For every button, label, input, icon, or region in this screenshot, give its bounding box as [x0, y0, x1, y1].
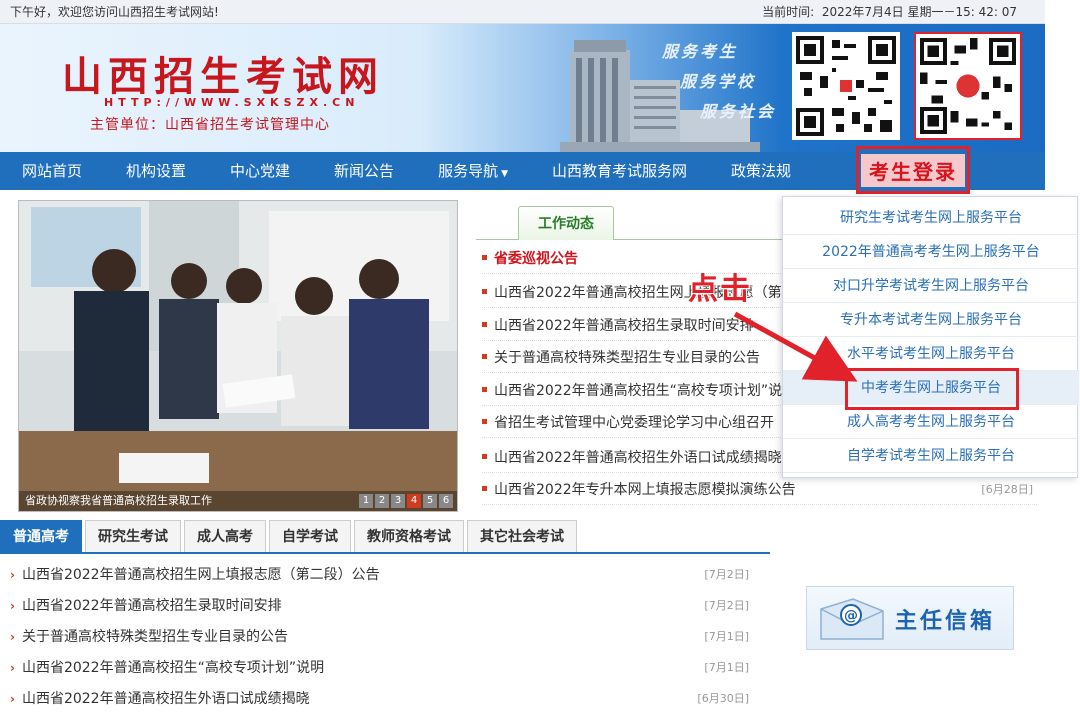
list-date: [7月2日] [704, 568, 749, 581]
menu-item-self-study-platform[interactable]: 自学考试考生网上服务平台 [783, 439, 1079, 473]
list-title: 山西省2022年普通高校招生网上填报志愿（第二段）公告 [21, 567, 380, 583]
nav-party[interactable]: 中心党建 [208, 152, 312, 190]
current-time: 当前时间: 2022年7月4日 星期一－15: 42: 07 [762, 0, 1017, 24]
news-title: 省招生考试管理中心党委理论学习中心组召开 [494, 415, 774, 431]
time-value: 2022年7月4日 星期一－15: 42: 07 [821, 5, 1017, 19]
qr-code-icon [796, 36, 896, 136]
list-item[interactable]: 山西省2022年普通高校招生“高校专项计划”说明 [7月1日] [10, 653, 755, 683]
nav-home[interactable]: 网站首页 [0, 152, 104, 190]
site-title[interactable]: 山西招生考试网 [62, 44, 384, 102]
menu-item-proficiency-platform[interactable]: 水平考试考生网上服务平台 [783, 337, 1079, 371]
news-title: 山西省2022年普通高校招生“高校专项计划”说 [494, 383, 783, 399]
slide-page-6[interactable]: 6 [439, 494, 453, 508]
list-item[interactable]: 山西省2022年普通高校招生网上填报志愿（第二段）公告 [7月2日] [10, 560, 755, 590]
tab-gaokao[interactable]: 普通高考 [0, 520, 82, 552]
news-title: 省委巡视公告 [494, 251, 578, 267]
nav-exam-service[interactable]: 山西教育考试服务网 [530, 152, 709, 190]
exam-category-tabs: 普通高考 研究生考试 成人高考 自学考试 教师资格考试 其它社会考试 [0, 520, 770, 554]
list-date: [6月30日] [697, 692, 749, 705]
nav-service-guide-label: 服务导航 [438, 162, 499, 180]
menu-item-vocational-platform[interactable]: 对口升学考试考生网上服务平台 [783, 269, 1079, 303]
menu-item-gaokao-platform[interactable]: 2022年普通高考考生网上服务平台 [783, 235, 1079, 269]
tab-other-exams[interactable]: 其它社会考试 [467, 520, 577, 552]
site-subtitle: 主管单位：山西省招生考试管理中心 [90, 117, 330, 133]
tab-graduate[interactable]: 研究生考试 [85, 520, 181, 552]
photo-slideshow[interactable]: 省政协视察我省普通高校招生录取工作 1 2 3 4 5 6 [18, 200, 458, 512]
news-title: 山西省2022年普通高校招生录取时间安排 [494, 318, 754, 334]
mail-at-icon: @ [820, 598, 884, 640]
menu-item-zhongkao-platform[interactable]: 中考考生网上服务平台 [783, 371, 1079, 405]
mailbox-label: 主任信箱 [895, 609, 996, 634]
list-title: 山西省2022年普通高校招生录取时间安排 [21, 598, 282, 614]
meeting-photo [19, 201, 457, 511]
tab-teacher-cert[interactable]: 教师资格考试 [354, 520, 464, 552]
slideshow-pager: 1 2 3 4 5 6 [359, 494, 453, 508]
student-login-button[interactable]: 考生登录 [856, 146, 970, 194]
slide-page-2[interactable]: 2 [375, 494, 389, 508]
slide-page-3[interactable]: 3 [391, 494, 405, 508]
slide-page-5[interactable]: 5 [423, 494, 437, 508]
nav-organization[interactable]: 机构设置 [104, 152, 208, 190]
nav-policy[interactable]: 政策法规 [709, 152, 813, 190]
director-mailbox[interactable]: @ 主任信箱 [806, 586, 1014, 650]
menu-item-adult-platform[interactable]: 成人高考考生网上服务平台 [783, 405, 1079, 439]
top-info-bar: 下午好，欢迎您访问山西招生考试网站! 当前时间: 2022年7月4日 星期一－1… [0, 0, 1045, 24]
news-title: 山西省2022年普通高校招生外语口试成绩揭晓 [494, 450, 782, 466]
qr-code-1 [792, 32, 900, 140]
menu-item-upgrade-platform[interactable]: 专升本考试考生网上服务平台 [783, 303, 1079, 337]
tab-work-news[interactable]: 工作动态 [518, 206, 614, 240]
annotation-click-label: 点击 [688, 272, 752, 307]
list-title: 山西省2022年普通高校招生“高校专项计划”说明 [21, 660, 325, 676]
nav-news[interactable]: 新闻公告 [312, 152, 416, 190]
chevron-down-icon: ▼ [501, 169, 508, 179]
list-item[interactable]: 山西省2022年普通高校招生录取时间安排 [7月2日] [10, 591, 755, 621]
slogan-1: 服务考生 [662, 42, 739, 61]
login-dropdown-menu: 研究生考试考生网上服务平台 2022年普通高考考生网上服务平台 对口升学考试考生… [782, 196, 1079, 478]
list-item[interactable]: 关于普通高校特殊类型招生专业目录的公告 [7月1日] [10, 622, 755, 652]
tab-self-study[interactable]: 自学考试 [269, 520, 351, 552]
student-login-label: 考生登录 [861, 153, 965, 187]
menu-item-graduate-platform[interactable]: 研究生考试考生网上服务平台 [783, 201, 1079, 235]
nav-service-guide[interactable]: 服务导航 ▼ [416, 152, 530, 190]
svg-text:@: @ [844, 608, 858, 624]
time-label: 当前时间: [762, 5, 815, 19]
list-title: 山西省2022年普通高校招生外语口试成绩揭晓 [21, 691, 310, 707]
greeting-text: 下午好，欢迎您访问山西招生考试网站! [10, 5, 219, 19]
slide-page-4[interactable]: 4 [407, 494, 421, 508]
list-date: [7月2日] [704, 599, 749, 612]
slogan-3: 服务社会 [700, 102, 777, 121]
qr-code-2 [914, 32, 1022, 140]
slogan-2: 服务学校 [680, 72, 757, 91]
news-item[interactable]: 山西省2022年专升本网上填报志愿模拟演练公告 [6月28日] [482, 475, 1037, 505]
news-title: 关于普通高校特殊类型招生专业目录的公告 [494, 350, 760, 366]
header-banner: 山西招生考试网 HTTP://WWW.SXKSZX.CN 主管单位：山西省招生考… [0, 24, 1045, 152]
tab-adult[interactable]: 成人高考 [184, 520, 266, 552]
news-date: [6月28日] [981, 483, 1033, 496]
qr-code-icon [920, 38, 1016, 134]
list-item[interactable]: 山西省2022年普通高校招生外语口试成绩揭晓 [6月30日] [10, 684, 755, 714]
list-date: [7月1日] [704, 630, 749, 643]
list-title: 关于普通高校特殊类型招生专业目录的公告 [21, 629, 288, 645]
list-date: [7月1日] [704, 661, 749, 674]
news-title: 山西省2022年专升本网上填报志愿模拟演练公告 [494, 482, 796, 498]
site-url: HTTP://WWW.SXKSZX.CN [104, 96, 360, 109]
slide-page-1[interactable]: 1 [359, 494, 373, 508]
